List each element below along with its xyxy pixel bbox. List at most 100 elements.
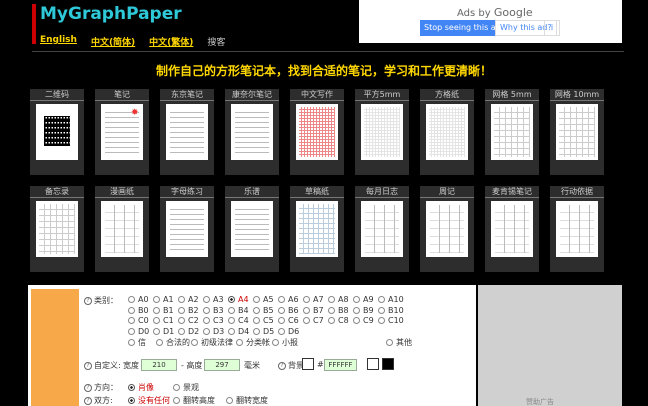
paper-tile-monthly-log[interactable]: 每月日志 [355, 186, 409, 272]
height-input[interactable]: 297 [204, 359, 240, 371]
paper-tile-comic[interactable]: 漫画纸 [95, 186, 149, 272]
size-option-c0[interactable]: C0 [128, 316, 149, 325]
size-option-a6[interactable]: A6 [278, 295, 299, 304]
size-option-d5[interactable]: D5 [253, 327, 274, 336]
paper-tile-weekly[interactable]: 周记 [420, 186, 474, 272]
size-option-a4[interactable]: A4 [228, 295, 249, 304]
paper-tile-music-score[interactable]: 乐谱 [225, 186, 279, 272]
duplex-flip-width[interactable]: 翻转宽度 [226, 395, 268, 406]
language-switcher: English 中文(简体) 中文(繁体) 搜客 [40, 35, 225, 48]
paper-tile-cornell[interactable]: 康奈尔笔记 [225, 89, 279, 175]
duplex-flip-height[interactable]: 翻转高度 [173, 395, 215, 406]
size-option-a2[interactable]: A2 [178, 295, 199, 304]
ad-info-icon[interactable]: i [544, 20, 560, 36]
size-option-c2[interactable]: C2 [178, 316, 199, 325]
paper-tile-draft[interactable]: 草稿纸 [290, 186, 344, 272]
paper-tile-action-basis[interactable]: 行动依据 [550, 186, 604, 272]
height-label: - 高度 [181, 361, 203, 370]
size-option-a7[interactable]: A7 [303, 295, 324, 304]
paper-tile-tokyo-notes[interactable]: 东京笔记 [160, 89, 214, 175]
stop-seeing-ad-button[interactable]: Stop seeing this ad [420, 20, 505, 36]
site-logo[interactable]: MyGraphPaper [40, 4, 182, 24]
help-icon[interactable]: ? [84, 396, 92, 405]
black-color-swatch[interactable] [382, 358, 394, 370]
size-option-b6[interactable]: B6 [278, 306, 299, 315]
size-option-d2[interactable]: D2 [178, 327, 199, 336]
paper-tile-qr-code[interactable]: 二维码 [30, 89, 84, 175]
help-icon[interactable]: ? [278, 361, 286, 370]
tile-label: 康奈尔笔记 [225, 89, 279, 101]
size-option-c7[interactable]: C7 [303, 316, 324, 325]
paper-tile-grid-5mm[interactable]: 网格 5mm [485, 89, 539, 175]
paper-tile-notes[interactable]: 笔记 ✸ [95, 89, 149, 175]
orientation-portrait[interactable]: 肖像 [128, 382, 154, 393]
help-icon[interactable]: ? [84, 361, 92, 370]
tile-label: 每月日志 [355, 186, 409, 198]
size-option-a9[interactable]: A9 [353, 295, 374, 304]
size-option-c10[interactable]: C10 [378, 316, 404, 325]
size-option-c9[interactable]: C9 [353, 316, 374, 325]
size-option-c3[interactable]: C3 [203, 316, 224, 325]
paper-tile-square-5mm[interactable]: 平方5mm [355, 89, 409, 175]
bg-color-swatch[interactable] [302, 358, 314, 370]
size-option-b3[interactable]: B3 [203, 306, 224, 315]
size-option-b2[interactable]: B2 [178, 306, 199, 315]
paper-preview [426, 201, 468, 257]
size-option-tabloid[interactable]: 小报 [272, 337, 298, 348]
lang-traditional-chinese[interactable]: 中文(繁体) [149, 35, 193, 48]
size-option-ledger[interactable]: 分类帐 [236, 337, 270, 348]
bg-color-input[interactable]: FFFFFF [324, 359, 357, 371]
size-option-d3[interactable]: D3 [203, 327, 224, 336]
size-option-a0[interactable]: A0 [128, 295, 149, 304]
size-option-b9[interactable]: B9 [353, 306, 374, 315]
size-option-b0[interactable]: B0 [128, 306, 149, 315]
size-option-d0[interactable]: D0 [128, 327, 149, 336]
size-option-d6[interactable]: D6 [278, 327, 299, 336]
size-option-d1[interactable]: D1 [153, 327, 174, 336]
size-option-c6[interactable]: C6 [278, 316, 299, 325]
help-icon[interactable]: ? [84, 296, 92, 305]
size-option-a1[interactable]: A1 [153, 295, 174, 304]
size-option-a5[interactable]: A5 [253, 295, 274, 304]
size-option-c1[interactable]: C1 [153, 316, 174, 325]
tile-label: 漫画纸 [95, 186, 149, 198]
paper-tile-memo[interactable]: 备忘录 [30, 186, 84, 272]
white-color-swatch[interactable] [367, 358, 379, 370]
tile-label: 网格 5mm [485, 89, 539, 101]
size-option-legal[interactable]: 合法的 [156, 337, 190, 348]
tile-label: 笔记 [95, 89, 149, 101]
width-input[interactable]: 210 [141, 359, 177, 371]
orientation-landscape[interactable]: 景观 [173, 382, 199, 393]
size-option-junior-legal[interactable]: 初级法律 [191, 337, 233, 348]
ads-by-label: Ads by [457, 8, 491, 19]
size-option-b4[interactable]: B4 [228, 306, 249, 315]
size-option-letter[interactable]: 信 [128, 337, 146, 348]
help-icon[interactable]: ? [84, 383, 92, 392]
size-option-b7[interactable]: B7 [303, 306, 324, 315]
size-option-b8[interactable]: B8 [328, 306, 349, 315]
search-link[interactable]: 搜客 [207, 35, 225, 48]
tile-label: 平方5mm [355, 89, 409, 101]
size-option-c8[interactable]: C8 [328, 316, 349, 325]
size-option-a8[interactable]: A8 [328, 295, 349, 304]
size-option-a3[interactable]: A3 [203, 295, 224, 304]
size-option-b5[interactable]: B5 [253, 306, 274, 315]
paper-tile-letter-practice[interactable]: 字母练习 [160, 186, 214, 272]
paper-tile-chinese-writing[interactable]: 中文写作 [290, 89, 344, 175]
paper-tile-graph-paper[interactable]: 方格纸 [420, 89, 474, 175]
size-option-b1[interactable]: B1 [153, 306, 174, 315]
paper-tile-grid-10mm[interactable]: 网格 10mm [550, 89, 604, 175]
size-option-b10[interactable]: B10 [378, 306, 404, 315]
paper-tile-mckinsey[interactable]: 麦肯锡笔记 [485, 186, 539, 272]
lang-english[interactable]: English [40, 35, 77, 48]
lined-preview [235, 108, 269, 156]
size-option-a10[interactable]: A10 [378, 295, 404, 304]
google-label: Google [493, 6, 533, 19]
duplex-none[interactable]: 没有任何 [128, 395, 170, 406]
lang-simplified-chinese[interactable]: 中文(简体) [91, 35, 135, 48]
size-option-d4[interactable]: D4 [228, 327, 249, 336]
size-option-other[interactable]: 其他 [386, 337, 412, 348]
size-option-c5[interactable]: C5 [253, 316, 274, 325]
size-option-c4[interactable]: C4 [228, 316, 249, 325]
comic-preview [105, 205, 139, 253]
